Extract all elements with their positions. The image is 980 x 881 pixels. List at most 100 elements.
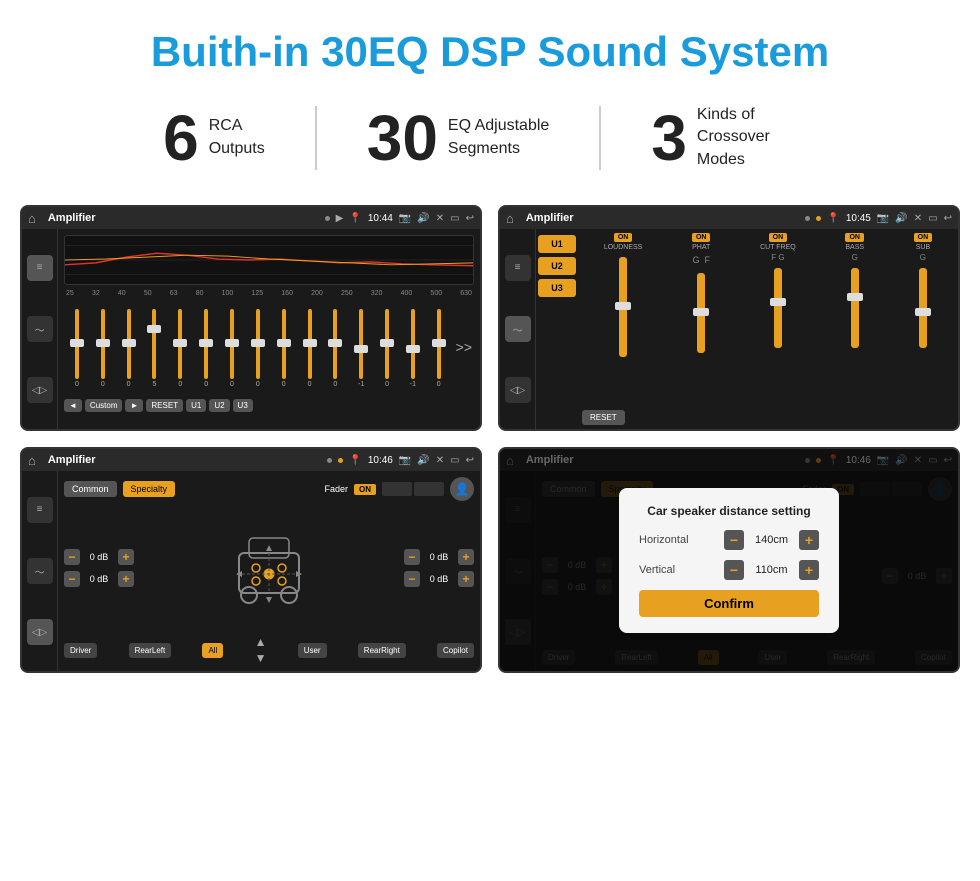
eq-slider-15[interactable]: 0 (428, 309, 450, 388)
horizontal-row: Horizontal − 140cm + (639, 530, 819, 550)
eq-title: Amplifier (48, 212, 319, 224)
eq-slider-7[interactable]: 0 (221, 309, 243, 388)
fader-slider-2[interactable] (414, 482, 444, 496)
eq-slider-12[interactable]: -1 (350, 309, 372, 388)
bass-slider[interactable] (851, 268, 859, 348)
ch-bass: ON BASS G (845, 233, 864, 361)
eq-slider-3[interactable]: 0 (118, 309, 140, 388)
pin-icon-2: 📍 (827, 213, 839, 224)
cx-speaker-btn[interactable]: ◁▷ (505, 377, 531, 403)
eq-prev-btn[interactable]: ◄ (64, 399, 82, 412)
loudness-slider[interactable] (619, 257, 627, 357)
eq-u2-btn[interactable]: U2 (209, 399, 229, 412)
eq-slider-13[interactable]: 0 (376, 309, 398, 388)
eq-slider-4[interactable]: 5 (144, 309, 166, 388)
home-icon[interactable]: ⌂ (28, 211, 36, 226)
camera-icon[interactable]: 📷 (399, 213, 411, 224)
cx-wave-btn[interactable]: 〜 (505, 316, 531, 342)
fader-person-icon[interactable]: 👤 (450, 477, 474, 501)
volume-icon-2[interactable]: 🔊 (895, 213, 907, 224)
eq-u1-btn[interactable]: U1 (186, 399, 206, 412)
user-btn[interactable]: User (298, 643, 327, 658)
phat-on[interactable]: ON (692, 233, 711, 242)
fd-speaker-btn[interactable]: ◁▷ (27, 619, 53, 645)
eq-speaker-btn[interactable]: ◁▷ (27, 377, 53, 403)
eq-expand-icon[interactable]: >> (456, 339, 472, 355)
up-arrow-icon[interactable]: ▲ (255, 635, 267, 649)
minimize-icon[interactable]: ▭ (450, 213, 459, 224)
minimize-icon-3[interactable]: ▭ (450, 455, 459, 466)
fader-slider-1[interactable] (382, 482, 412, 496)
horizontal-minus-btn[interactable]: − (724, 530, 744, 550)
play-icon[interactable]: ▶ (336, 213, 344, 224)
horizontal-plus-btn[interactable]: + (799, 530, 819, 550)
back-icon-3[interactable]: ↩ (466, 455, 474, 466)
volume-icon[interactable]: 🔊 (417, 213, 429, 224)
stats-row: 6 RCAOutputs 30 EQ AdjustableSegments 3 … (0, 94, 980, 195)
fader-on-badge[interactable]: ON (354, 484, 376, 495)
crossover-reset-btn[interactable]: RESET (582, 410, 625, 425)
camera-icon-2[interactable]: 📷 (877, 213, 889, 224)
driver-btn[interactable]: Driver (64, 643, 97, 658)
db-minus-2[interactable]: − (64, 571, 80, 587)
sub-slider[interactable] (919, 268, 927, 348)
db-minus-1[interactable]: − (64, 549, 80, 565)
eq-slider-14[interactable]: -1 (402, 309, 424, 388)
eq-slider-1[interactable]: 0 (66, 309, 88, 388)
home-icon-3[interactable]: ⌂ (28, 453, 36, 468)
minimize-icon-2[interactable]: ▭ (928, 213, 937, 224)
db-minus-4[interactable]: − (404, 571, 420, 587)
home-icon-2[interactable]: ⌂ (506, 211, 514, 226)
eq-wave-btn[interactable]: 〜 (27, 316, 53, 342)
u2-btn[interactable]: U2 (538, 257, 576, 275)
cutfreq-label: CUT FREQ (760, 244, 796, 251)
vertical-minus-btn[interactable]: − (724, 560, 744, 580)
db-plus-3[interactable]: + (458, 549, 474, 565)
db-plus-4[interactable]: + (458, 571, 474, 587)
cutfreq-on[interactable]: ON (769, 233, 788, 242)
sub-vals: G (920, 253, 926, 262)
confirm-button[interactable]: Confirm (639, 590, 819, 617)
all-btn[interactable]: All (202, 643, 223, 658)
crossover-title: Amplifier (526, 212, 800, 224)
eq-u3-btn[interactable]: U3 (233, 399, 253, 412)
db-plus-1[interactable]: + (118, 549, 134, 565)
phat-slider[interactable] (697, 273, 705, 353)
common-tab[interactable]: Common (64, 481, 117, 497)
close-icon-3[interactable]: ✕ (436, 455, 444, 466)
bass-on[interactable]: ON (845, 233, 864, 242)
cutfreq-slider[interactable] (774, 268, 782, 348)
close-icon[interactable]: ✕ (436, 213, 444, 224)
eq-slider-9[interactable]: 0 (273, 309, 295, 388)
db-minus-3[interactable]: − (404, 549, 420, 565)
vertical-plus-btn[interactable]: + (799, 560, 819, 580)
eq-slider-8[interactable]: 0 (247, 309, 269, 388)
loudness-on[interactable]: ON (614, 233, 633, 242)
stat-rca: 6 RCAOutputs (113, 106, 317, 170)
rear-left-btn[interactable]: RearLeft (129, 643, 172, 658)
eq-slider-11[interactable]: 0 (324, 309, 346, 388)
fd-filter-btn[interactable]: ≡ (27, 497, 53, 523)
down-arrow-icon[interactable]: ▼ (255, 651, 267, 665)
u1-btn[interactable]: U1 (538, 235, 576, 253)
db-plus-2[interactable]: + (118, 571, 134, 587)
eq-reset-btn[interactable]: RESET (146, 399, 183, 412)
u3-btn[interactable]: U3 (538, 279, 576, 297)
eq-slider-5[interactable]: 0 (169, 309, 191, 388)
eq-slider-6[interactable]: 0 (195, 309, 217, 388)
copilot-btn[interactable]: Copilot (437, 643, 474, 658)
volume-icon-3[interactable]: 🔊 (417, 455, 429, 466)
back-icon-2[interactable]: ↩ (944, 213, 952, 224)
eq-slider-2[interactable]: 0 (92, 309, 114, 388)
rear-right-btn[interactable]: RearRight (358, 643, 406, 658)
close-icon-2[interactable]: ✕ (914, 213, 922, 224)
cx-filter-btn[interactable]: ≡ (505, 255, 531, 281)
eq-next-btn[interactable]: ► (125, 399, 143, 412)
camera-icon-3[interactable]: 📷 (399, 455, 411, 466)
back-icon[interactable]: ↩ (466, 213, 474, 224)
eq-filter-btn[interactable]: ≡ (27, 255, 53, 281)
specialty-tab[interactable]: Specialty (123, 481, 176, 497)
sub-on[interactable]: ON (914, 233, 933, 242)
fd-wave-btn[interactable]: 〜 (27, 558, 53, 584)
eq-slider-10[interactable]: 0 (299, 309, 321, 388)
